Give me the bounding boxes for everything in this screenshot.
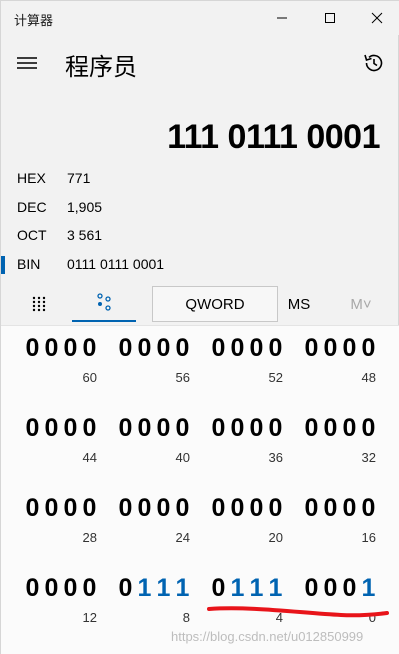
watermark-text: https://blog.csdn.net/u012850999 [171, 629, 364, 644]
red-underline-annotation [207, 606, 389, 618]
calculator-window: 计算器 程序员 111 0111 0001 HEX 771 DEC 1,905 … [0, 0, 399, 654]
